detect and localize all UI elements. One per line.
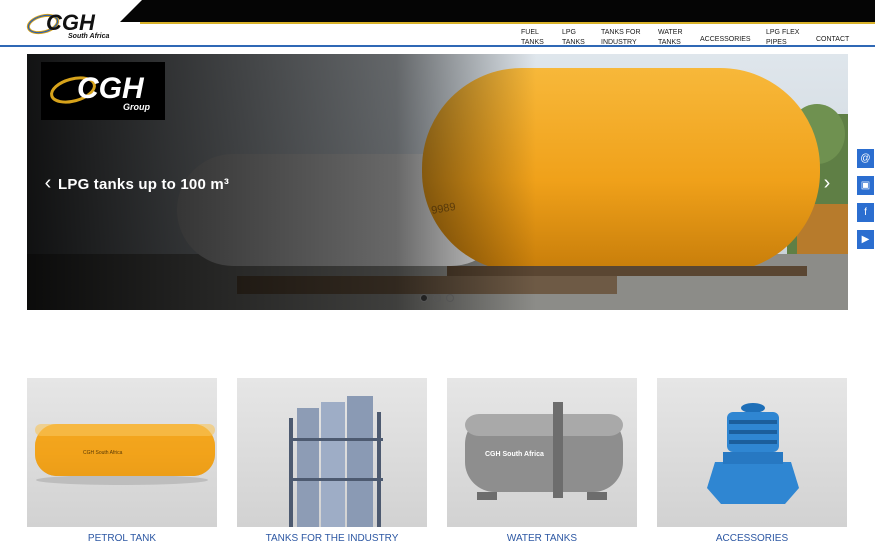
nav-water-tanks[interactable]: WATER TANKS: [658, 28, 683, 47]
slider-dot-1[interactable]: [420, 294, 428, 302]
product-card-petrol-tank[interactable]: CGH South Africa: [27, 378, 217, 527]
youtube-icon: ▶: [861, 234, 870, 245]
nav-lpg-flex-pipes[interactable]: LPG FLEX PIPES: [766, 28, 799, 47]
youtube-button[interactable]: ▶: [857, 230, 874, 249]
facebook-icon: f: [864, 207, 867, 218]
nav-contact[interactable]: CONTACT: [816, 35, 849, 45]
product-label-water-tanks[interactable]: WATER TANKS: [447, 533, 637, 544]
product-card-water-tanks[interactable]: CGH South Africa: [447, 378, 637, 527]
nav-lpg-tanks[interactable]: LPG TANKS: [562, 28, 585, 47]
slider-next-button[interactable]: ›: [820, 172, 834, 194]
chevron-right-icon: ›: [823, 172, 831, 194]
contact-card-icon: ▣: [860, 180, 871, 191]
product-label-tanks-for-industry[interactable]: TANKS FOR THE INDUSTRY: [237, 533, 427, 544]
slider-dot-2[interactable]: [433, 294, 441, 302]
accessory-image: [707, 403, 799, 504]
email-button[interactable]: @: [857, 149, 874, 168]
slider-logo: CGH: [77, 72, 145, 105]
facebook-button[interactable]: f: [857, 203, 874, 222]
brand-logo[interactable]: CGH South Africa: [26, 6, 116, 40]
nav-accessories[interactable]: ACCESSORIES: [700, 35, 751, 45]
slider-caption: LPG tanks up to 100 m³: [58, 176, 230, 193]
header-gold-line: [140, 22, 875, 24]
brand-name: CGH: [46, 10, 96, 35]
header-blue-line: [0, 45, 875, 47]
chevron-left-icon: ‹: [44, 172, 52, 194]
product-card-accessories[interactable]: [657, 378, 847, 527]
slider-logo-sub: Group: [123, 102, 150, 112]
product-label-petrol-tank[interactable]: PETROL TANK: [27, 533, 217, 544]
petrol-tank-image: CGH South Africa: [35, 424, 215, 485]
slider-dot-3[interactable]: [446, 294, 454, 302]
product-label-accessories[interactable]: ACCESSORIES: [657, 533, 847, 544]
contact-card-button[interactable]: ▣: [857, 176, 874, 195]
water-tank-image: CGH South Africa: [465, 402, 623, 500]
nav-fuel-tanks[interactable]: FUEL TANKS: [521, 28, 544, 47]
petrol-tank-text: CGH South Africa: [83, 450, 123, 456]
water-tank-text: CGH South Africa: [485, 451, 544, 458]
product-card-tanks-for-industry[interactable]: [237, 378, 427, 527]
header-black-band: [120, 0, 875, 22]
silos-image: [289, 396, 383, 527]
brand-subtitle: South Africa: [68, 33, 109, 40]
slider-prev-button[interactable]: ‹: [41, 172, 55, 194]
nav-tanks-for-industry[interactable]: TANKS FOR INDUSTRY: [601, 28, 641, 47]
email-icon: @: [860, 153, 871, 164]
